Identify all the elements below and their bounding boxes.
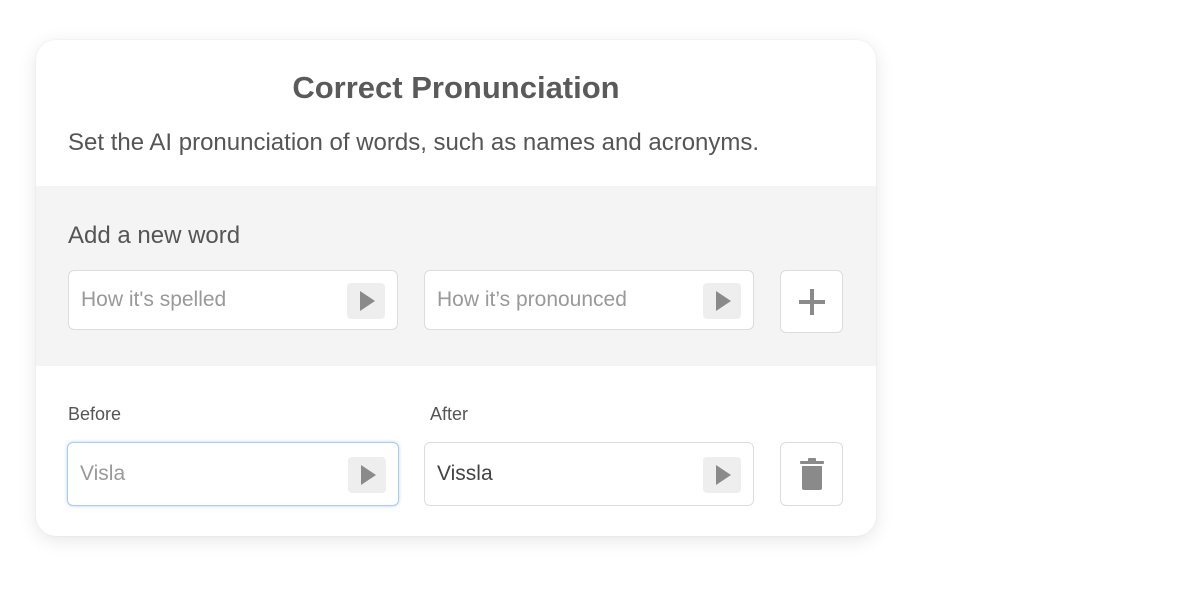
after-input-value: Vissla [437,462,493,485]
add-word-heading: Add a new word [68,222,241,249]
after-label: After [430,404,469,424]
play-icon [361,465,376,485]
add-word-section: Add a new word How it's spelled How it’s… [36,186,876,366]
pronounced-input[interactable]: How it’s pronounced [424,270,754,330]
plus-icon [798,288,825,315]
spelled-input[interactable]: How it's spelled [68,270,398,330]
pronounced-input-placeholder: How it’s pronounced [437,288,627,311]
play-after-button[interactable] [703,457,741,493]
play-spelled-button[interactable] [347,283,385,319]
spelled-input-placeholder: How it's spelled [81,288,227,311]
before-input-placeholder: Visla [80,462,126,485]
play-icon [360,291,375,311]
delete-word-button[interactable] [780,442,843,506]
play-pronounced-button[interactable] [703,283,741,319]
trash-icon [799,458,824,490]
play-before-button[interactable] [348,457,386,493]
before-input[interactable]: Visla [67,442,399,506]
after-input[interactable]: Vissla [424,442,754,506]
add-word-button[interactable] [780,270,843,333]
page-title: Correct Pronunciation [292,70,620,105]
play-icon [716,291,731,311]
page-subtitle: Set the AI pronunciation of words, such … [68,129,760,156]
pronunciation-card: Correct Pronunciation Set the AI pronunc… [36,40,876,536]
play-icon [716,465,731,485]
before-label: Before [68,404,122,424]
